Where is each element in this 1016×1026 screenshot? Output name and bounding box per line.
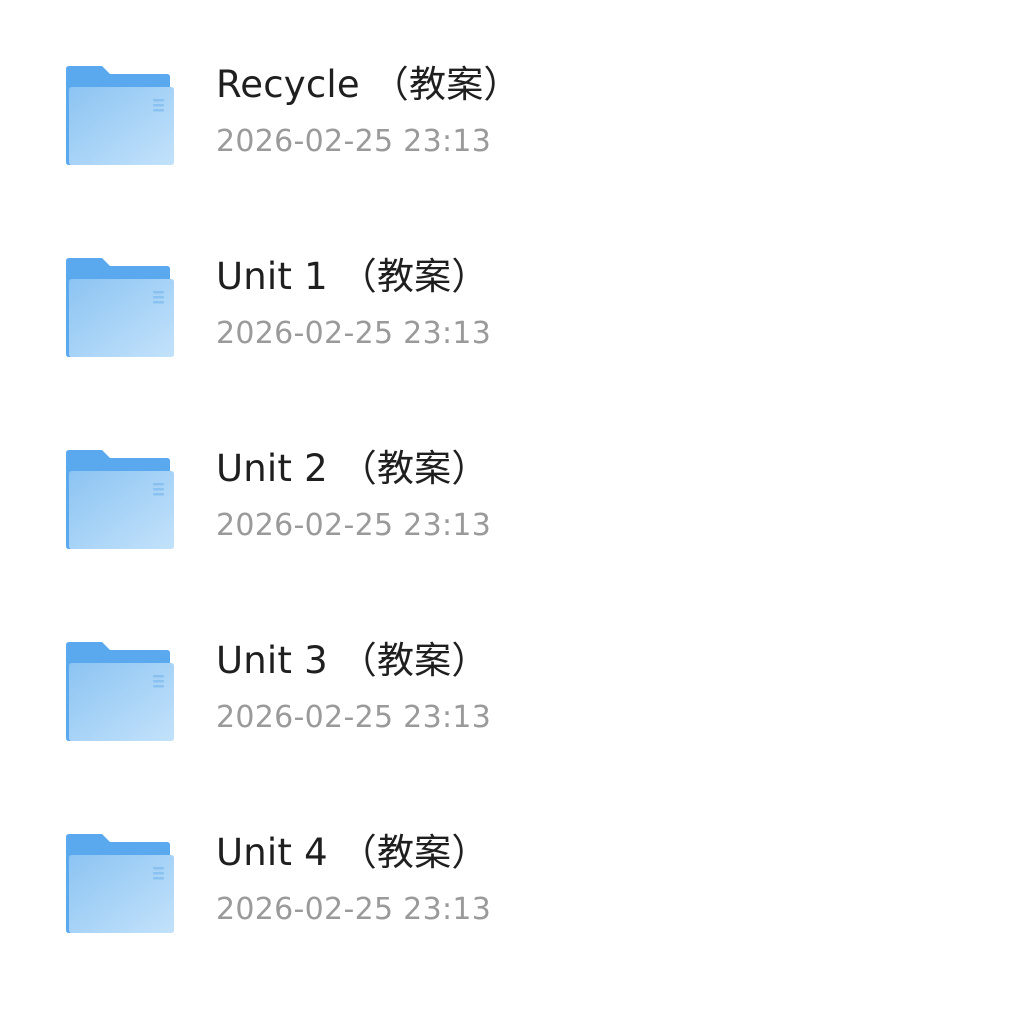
folder-icon (66, 834, 174, 934)
folder-icon (66, 66, 174, 166)
folder-name: Unit 3 （教案） (216, 639, 489, 682)
folder-row-unit-1[interactable]: Unit 1 （教案） 2026-02-25 23:13 (0, 255, 1016, 450)
folder-date: 2026-02-25 23:13 (216, 124, 492, 159)
folder-row-recycle[interactable]: Recycle （教案） 2026-02-25 23:13 (0, 63, 1016, 258)
folder-row-unit-3[interactable]: Unit 3 （教案） 2026-02-25 23:13 (0, 639, 1016, 834)
folder-name: Unit 2 （教案） (216, 447, 489, 490)
folder-date: 2026-02-25 23:13 (216, 892, 492, 927)
folder-name: Recycle （教案） (216, 63, 521, 106)
folder-row-unit-4[interactable]: Unit 4 （教案） 2026-02-25 23:13 (0, 831, 1016, 1026)
folder-icon (66, 642, 174, 742)
folder-date: 2026-02-25 23:13 (216, 700, 492, 735)
folder-list: Recycle （教案） 2026-02-25 23:13 Unit 1 （教案… (0, 0, 1016, 993)
folder-icon (66, 258, 174, 358)
folder-date: 2026-02-25 23:13 (216, 508, 492, 543)
folder-date: 2026-02-25 23:13 (216, 316, 492, 351)
folder-icon (66, 450, 174, 550)
folder-name: Unit 4 （教案） (216, 831, 489, 874)
folder-name: Unit 1 （教案） (216, 255, 489, 298)
folder-row-unit-2[interactable]: Unit 2 （教案） 2026-02-25 23:13 (0, 447, 1016, 642)
